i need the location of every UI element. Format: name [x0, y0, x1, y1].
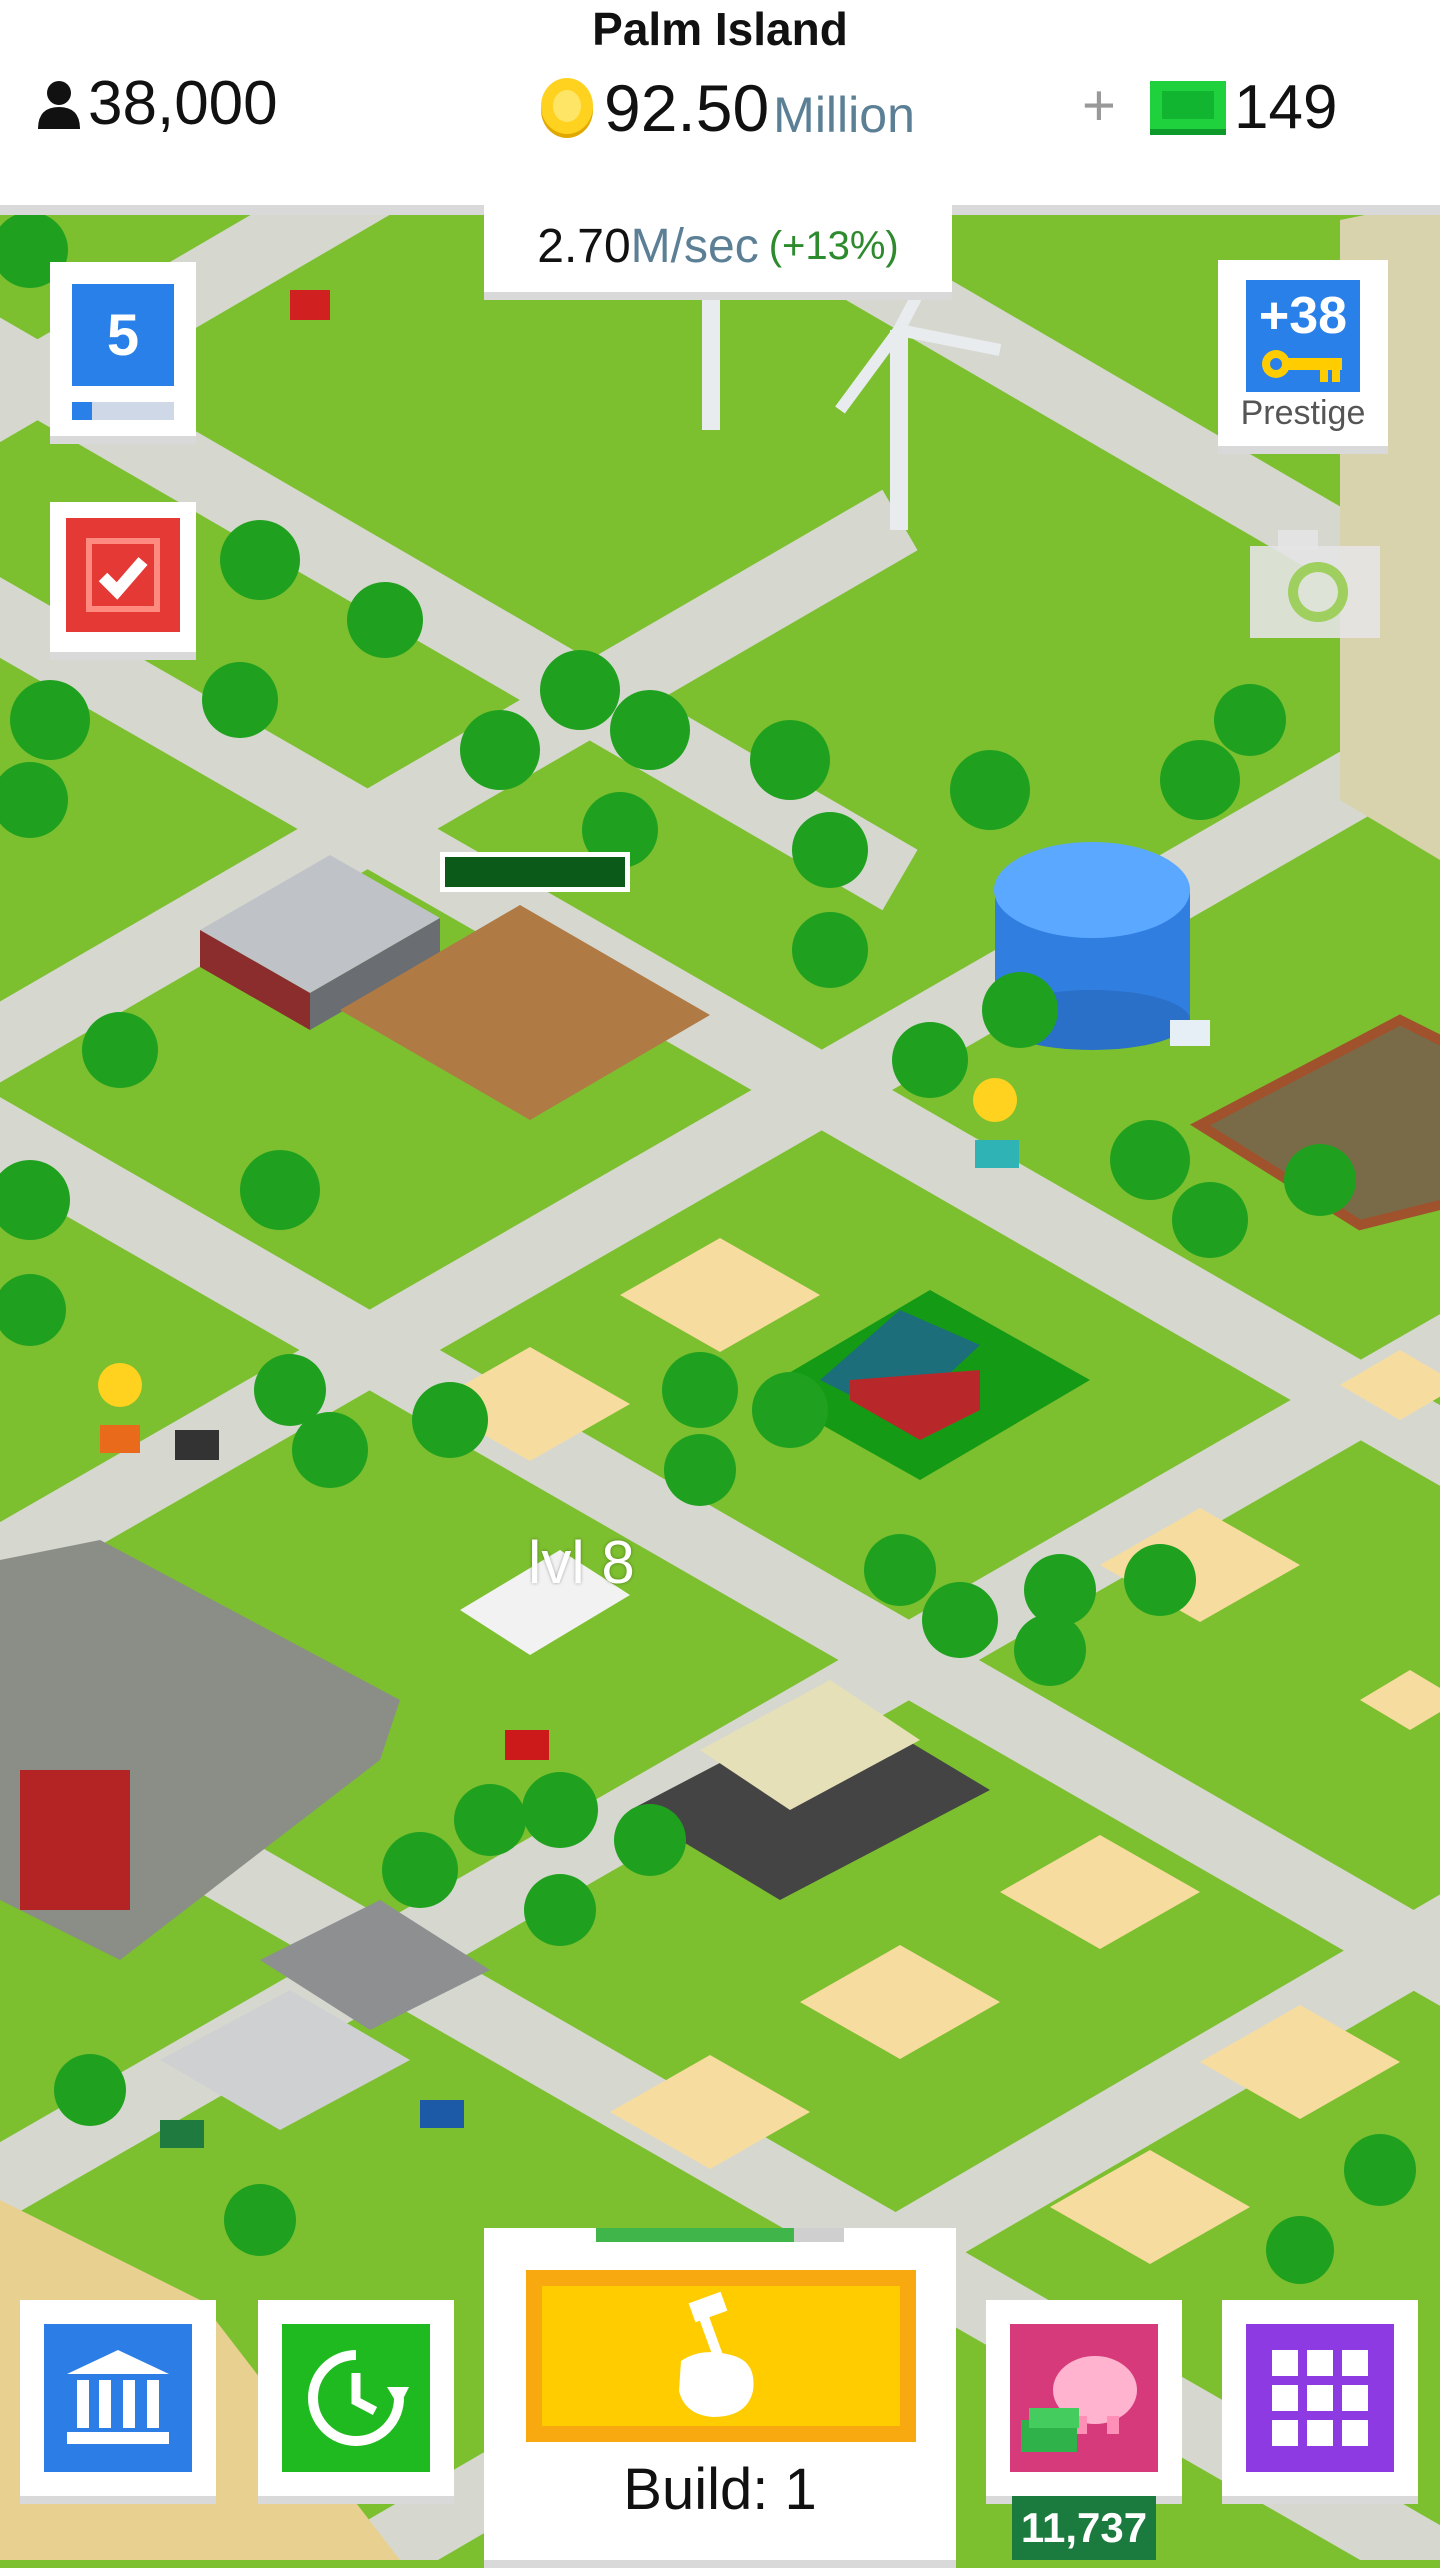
coin-icon — [541, 78, 593, 138]
population-value: 38,000 — [88, 69, 278, 138]
time-boost-button[interactable] — [258, 2300, 454, 2504]
cash-value: 149 — [1234, 73, 1338, 142]
bank-icon-box — [44, 2324, 192, 2472]
construction-progress-bar — [440, 852, 630, 892]
piggy-icon-box — [1010, 2324, 1158, 2472]
piggy-bank-amount: 11,737 — [1012, 2496, 1156, 2560]
bank-icon — [67, 2350, 169, 2444]
level-progress-fill — [72, 402, 93, 420]
coins-unit: Million — [773, 87, 915, 143]
income-rate-unit: M/sec — [630, 219, 759, 273]
person-icon — [38, 80, 80, 129]
build-progress-bar — [596, 2228, 844, 2242]
level-progress-bar — [72, 402, 174, 420]
construction-progress-fill — [445, 857, 625, 887]
checkmark-icon — [86, 538, 160, 612]
prestige-bonus: +38 — [1258, 287, 1348, 345]
build-label: Build: 1 — [623, 2457, 817, 2522]
build-button[interactable]: Build: 1 — [484, 2228, 956, 2568]
piggy-bank-icon — [1021, 2356, 1137, 2452]
coins-display: 92.50 Million — [540, 70, 915, 146]
menu-icon-box — [1246, 2324, 1394, 2472]
cash-display[interactable]: 149 — [1148, 72, 1337, 143]
building-level-label: lvl 8 — [528, 1529, 635, 1596]
income-rate-value: 2.70 — [537, 219, 631, 273]
income-rate-bonus: (+13%) — [768, 223, 899, 268]
level-button[interactable]: 5 — [50, 262, 196, 444]
clock-refresh-icon — [308, 2350, 409, 2446]
level-value: 5 — [72, 284, 174, 386]
piggy-bank-button[interactable] — [986, 2300, 1182, 2504]
prestige-label: Prestige — [1240, 394, 1366, 432]
hammer-hand-icon — [679, 2291, 754, 2417]
prestige-icon-box: +38 — [1246, 280, 1360, 392]
top-bar: Palm Island 38,000 92.50 Million + 149 — [0, 0, 1440, 215]
tasks-icon-box — [66, 518, 180, 632]
tasks-button[interactable] — [50, 502, 196, 660]
population-display: 38,000 — [36, 68, 278, 139]
build-icon-box — [526, 2270, 916, 2442]
build-progress-fill — [596, 2228, 795, 2242]
island-name[interactable]: Palm Island — [0, 2, 1440, 56]
bottom-toolbar: Build: 1 11,737 — [0, 2228, 1440, 2568]
grid-icon — [1272, 2350, 1368, 2446]
menu-button[interactable] — [1222, 2300, 1418, 2504]
coins-value: 92.50 — [604, 71, 770, 145]
income-rate-panel[interactable]: 2.70 M/sec (+13%) — [484, 200, 952, 300]
key-icon — [1262, 350, 1342, 382]
bank-button[interactable] — [20, 2300, 216, 2504]
prestige-button[interactable]: +38 Prestige — [1218, 260, 1388, 454]
camera-icon[interactable] — [1248, 528, 1382, 640]
add-cash-button[interactable]: + — [1082, 72, 1116, 139]
cash-icon — [1150, 80, 1226, 135]
boost-icon-box — [282, 2324, 430, 2472]
